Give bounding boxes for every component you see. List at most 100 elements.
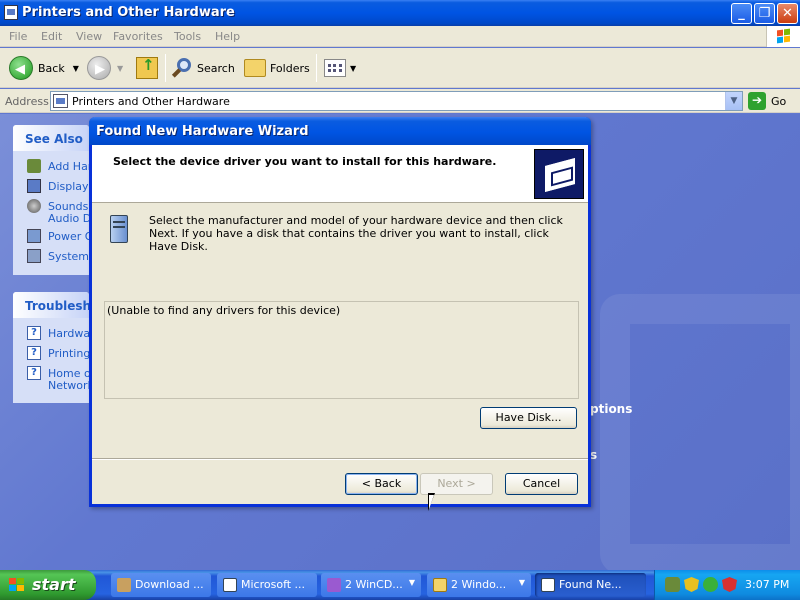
windows-flag-icon: [9, 578, 25, 592]
security-shield-icon[interactable]: [684, 577, 699, 592]
go-button[interactable]: ➔ Go: [748, 92, 786, 110]
see-also-add-hardware[interactable]: Add Har: [13, 157, 89, 177]
up-folder-button[interactable]: ↑: [136, 54, 158, 82]
have-disk-button[interactable]: Have Disk...: [480, 407, 577, 429]
back-dropdown-icon[interactable]: ▼: [73, 64, 79, 73]
group-dropdown-icon: ▼: [518, 578, 525, 587]
hardware-tray-icon[interactable]: [665, 577, 680, 592]
search-button[interactable]: Search: [171, 54, 235, 82]
search-icon: [171, 57, 193, 79]
wizard-titlebar[interactable]: Found New Hardware Wizard: [89, 117, 591, 145]
display-icon: [27, 179, 41, 193]
explorer-titlebar[interactable]: Printers and Other Hardware _ ❐ ✕: [0, 0, 800, 26]
see-also-item-label: Power O: [48, 230, 89, 243]
taskbar-clock: 3:07 PM: [745, 578, 790, 591]
mouse-cursor-icon: [428, 493, 435, 511]
see-also-power[interactable]: Power O: [13, 227, 89, 247]
troubleshooter-network[interactable]: ? Home or Network: [13, 364, 89, 394]
wizard-header: Select the device driver you want to ins…: [92, 145, 588, 203]
driver-list-message: (Unable to find any drivers for this dev…: [107, 304, 341, 317]
troubleshooter-hardware[interactable]: ? Hardwa: [13, 324, 89, 344]
help-icon: ?: [27, 326, 41, 340]
menu-tools[interactable]: Tools: [174, 30, 201, 43]
back-button[interactable]: ◀ Back ▼: [9, 54, 79, 82]
download-icon: [117, 578, 131, 592]
views-icon: [324, 59, 346, 77]
computer-icon: [108, 213, 130, 245]
see-also-item-label: Display: [48, 180, 89, 193]
taskbar-microsoft[interactable]: Microsoft ...: [217, 573, 317, 597]
task-label: Microsoft ...: [241, 578, 306, 591]
background-text: s: [590, 448, 598, 462]
task-label: 2 Windo...: [451, 578, 507, 591]
address-value: Printers and Other Hardware: [72, 95, 230, 108]
taskbar-found-new-hardware[interactable]: Found Ne...: [535, 573, 646, 597]
windows-logo-icon: [766, 26, 800, 47]
driver-list[interactable]: (Unable to find any drivers for this dev…: [104, 301, 579, 399]
found-new-hardware-wizard: Found New Hardware Wizard Select the dev…: [89, 117, 591, 507]
sounds-icon: [27, 199, 41, 213]
menu-favorites[interactable]: Favorites: [113, 30, 163, 43]
back-wizard-button[interactable]: < Back: [345, 473, 418, 495]
address-bar: Address Printers and Other Hardware ▼ ➔ …: [0, 89, 800, 113]
see-also-item-label: System: [48, 250, 89, 263]
wizard-separator: [92, 458, 588, 460]
search-label: Search: [197, 61, 235, 75]
wizard-title: Found New Hardware Wizard: [96, 124, 309, 139]
up-folder-icon: ↑: [136, 56, 158, 79]
views-button[interactable]: ▼: [324, 54, 356, 82]
background-watermark: [600, 294, 800, 570]
forward-button[interactable]: ▶ ▼: [87, 54, 123, 82]
see-also-item-label: Add Har: [48, 160, 89, 173]
see-also-display[interactable]: Display: [13, 177, 89, 197]
toolbar-separator: [316, 54, 317, 82]
restore-button[interactable]: ❐: [754, 3, 775, 24]
background-text: ptions: [590, 402, 633, 416]
see-also-panel: See Also Add Har Display Sounds, Audio D…: [13, 125, 89, 275]
menu-edit[interactable]: Edit: [41, 30, 62, 43]
back-arrow-icon: ◀: [9, 56, 33, 80]
see-also-sounds[interactable]: Sounds, Audio De: [13, 197, 89, 227]
taskbar-download[interactable]: Download ...: [111, 573, 211, 597]
see-also-item-label: Audio De: [48, 212, 89, 225]
power-options-icon: [27, 229, 41, 243]
see-also-system[interactable]: System: [13, 247, 89, 267]
address-field[interactable]: Printers and Other Hardware ▼: [50, 91, 743, 111]
close-button[interactable]: ✕: [777, 3, 798, 24]
help-icon: ?: [27, 346, 41, 360]
minimize-button[interactable]: _: [731, 3, 752, 24]
folders-icon: [244, 59, 266, 77]
troubleshooter-label: Network: [48, 379, 89, 392]
taskbar: start Download ... Microsoft ... 2 WinCD…: [0, 570, 800, 600]
control-panel-icon: [53, 94, 68, 108]
task-label: Found Ne...: [559, 578, 622, 591]
menu-help[interactable]: Help: [215, 30, 240, 43]
network-tray-icon[interactable]: [703, 577, 718, 592]
system-tray: 3:07 PM: [654, 570, 800, 600]
troubleshooter-label: Printing: [48, 347, 89, 360]
troubleshooter-printing[interactable]: ? Printing: [13, 344, 89, 364]
next-wizard-button[interactable]: Next >: [420, 473, 493, 495]
toolbar-separator: [165, 54, 166, 82]
control-panel-icon: [4, 5, 18, 20]
see-also-header[interactable]: See Also: [13, 125, 89, 151]
browser-window-icon: [223, 578, 237, 592]
task-label: 2 WinCD...: [345, 578, 403, 591]
standard-toolbar: ◀ Back ▼ ▶ ▼ ↑ Search Folders ▼: [0, 48, 800, 88]
start-button[interactable]: start: [0, 570, 96, 600]
wizard-heading: Select the device driver you want to ins…: [113, 155, 497, 168]
menu-file[interactable]: File: [9, 30, 27, 43]
address-label: Address: [5, 95, 49, 108]
folders-button[interactable]: Folders: [244, 54, 310, 82]
forward-dropdown-icon[interactable]: ▼: [117, 64, 123, 73]
hardware-card-icon: [534, 149, 584, 199]
taskbar-windows-group[interactable]: 2 Windo... ▼: [427, 573, 531, 597]
cancel-wizard-button[interactable]: Cancel: [505, 473, 578, 495]
address-dropdown-icon[interactable]: ▼: [725, 92, 742, 110]
menu-view[interactable]: View: [76, 30, 102, 43]
alert-shield-icon[interactable]: [722, 577, 737, 592]
taskbar-wincd-group[interactable]: 2 WinCD... ▼: [321, 573, 421, 597]
go-label: Go: [771, 94, 787, 108]
troubleshooters-header[interactable]: Troublesho: [13, 292, 89, 318]
folder-icon: [433, 578, 447, 592]
